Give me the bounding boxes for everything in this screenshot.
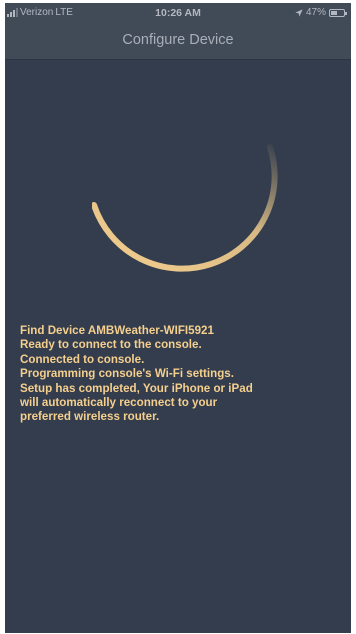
loading-spinner-icon [92, 144, 278, 272]
log-line-setup-completed: Setup has completed, Your iPhone or iPad [20, 381, 253, 395]
battery-fill [331, 10, 337, 15]
log-line-connected: Connected to console. [20, 352, 145, 366]
battery-nub [345, 11, 347, 15]
log-line-ready: Ready to connect to the console. [20, 338, 202, 352]
status-bar: Verizon LTE 10:26 AM 47% [5, 3, 351, 23]
status-right: 47% [295, 7, 347, 18]
app-screen: Verizon LTE 10:26 AM 47% Configure Devic… [5, 3, 351, 633]
battery-percent: 47% [305, 7, 326, 18]
log-line-reconnect: will automatically reconnect to your [20, 396, 218, 410]
location-arrow-icon [295, 8, 303, 17]
log-line-find-device: Find Device AMBWeather-WIFI5921 [20, 324, 214, 337]
log-line-router: preferred wireless router. [20, 410, 160, 424]
page-title: Configure Device [122, 32, 234, 48]
battery-icon [329, 8, 347, 17]
nav-bar: Configure Device [5, 23, 351, 60]
setup-progress-log: Find Device AMBWeather-WIFI5921 Ready to… [20, 324, 340, 425]
log-line-programming: Programming console's Wi-Fi settings. [20, 367, 234, 381]
